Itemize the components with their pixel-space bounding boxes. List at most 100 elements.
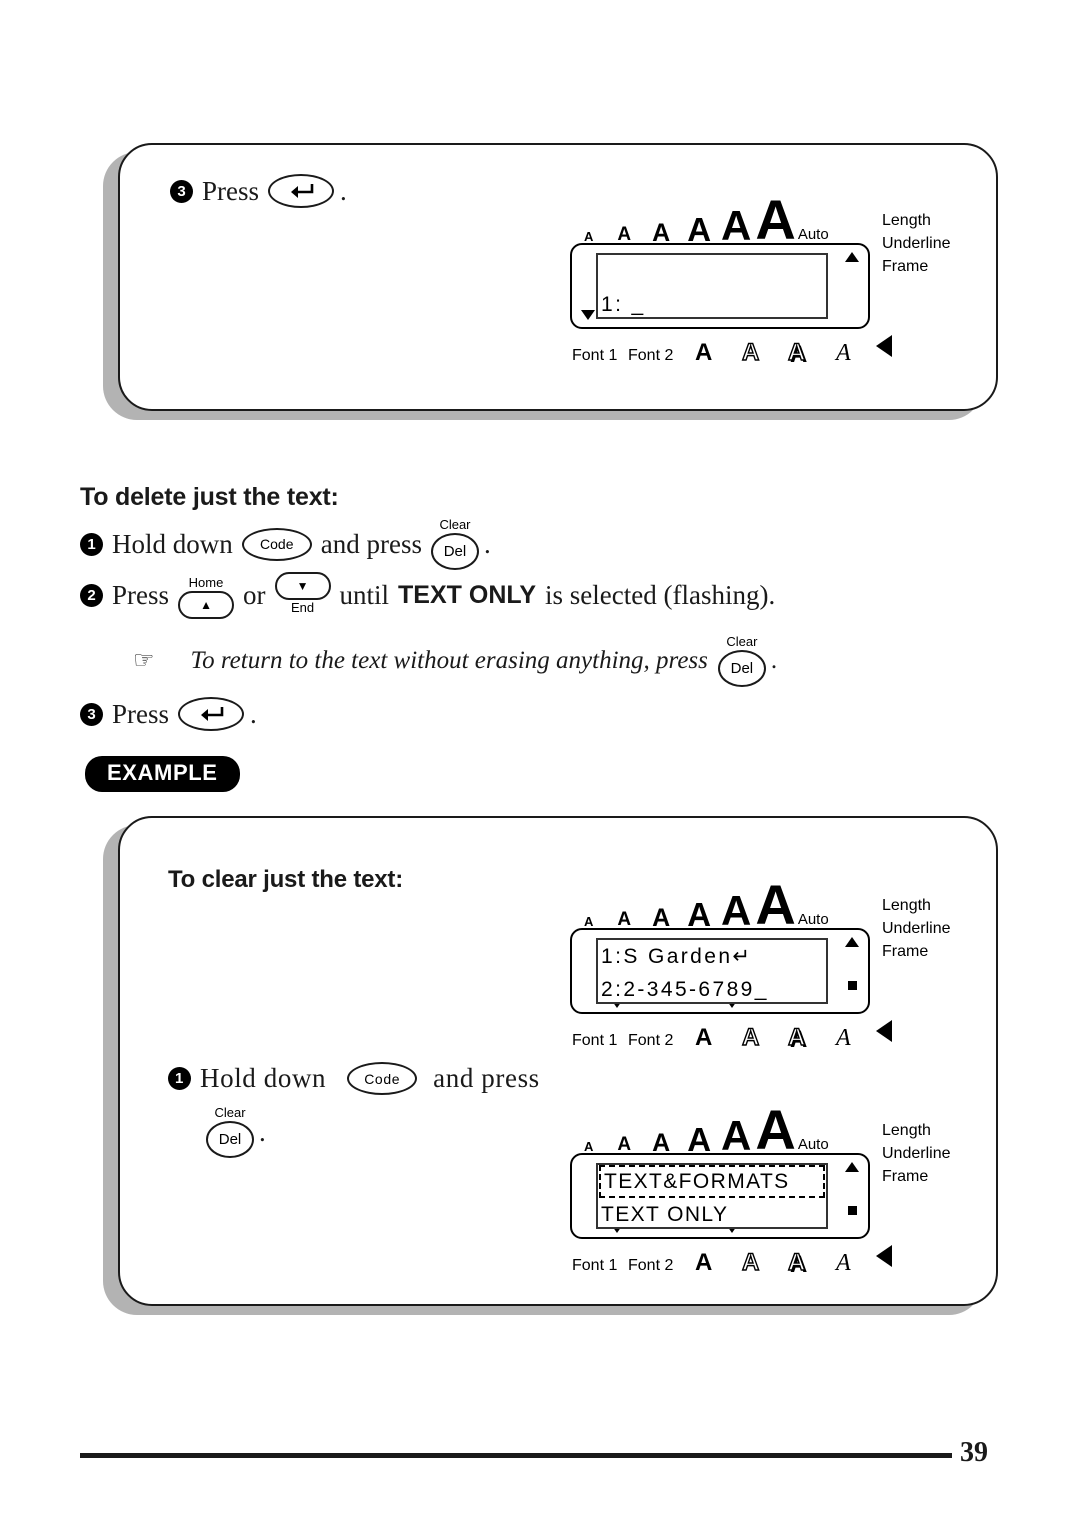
press-label: Press xyxy=(202,175,260,206)
size-a-2: A xyxy=(617,909,632,931)
style-italic-a-icon: A xyxy=(836,340,851,366)
step-text-and-press: and press xyxy=(433,1063,540,1093)
step-text-and-press: and press xyxy=(320,528,422,559)
label-underline: Underline xyxy=(882,920,951,937)
lcd-font-style-row: Font 1 Font 2 A A A A xyxy=(570,331,892,366)
style-shadow-a-icon: A xyxy=(787,1024,806,1051)
size-a-1: A xyxy=(584,1139,594,1155)
home-up-key[interactable]: ▲ xyxy=(178,591,235,619)
end-key-group[interactable]: ▼ End xyxy=(274,572,331,615)
label-frame: Frame xyxy=(882,1168,929,1185)
period: . xyxy=(259,1116,266,1147)
style-italic-a-icon: A xyxy=(836,1250,851,1276)
lcd-line-2: 2:2-345-6789_ xyxy=(601,978,769,1001)
example-step-1-cont: Clear Del . xyxy=(206,1106,275,1158)
code-key[interactable]: Code xyxy=(241,527,312,561)
del-key-label: Del xyxy=(218,1131,242,1148)
enter-arrow-icon xyxy=(291,184,314,198)
home-key-group[interactable]: Home ▲ xyxy=(178,576,235,619)
enter-key[interactable] xyxy=(178,697,245,731)
step-marker: 3 xyxy=(170,179,193,203)
scroll-up-indicator xyxy=(845,1162,859,1172)
style-italic-a-icon: A xyxy=(836,1025,851,1051)
label-underline: Underline xyxy=(882,235,951,252)
del-key-group[interactable]: Clear Del xyxy=(206,1106,254,1158)
style-bold-a-icon: A xyxy=(695,1024,713,1051)
label-underline: Underline xyxy=(882,1145,951,1162)
del-key-group[interactable]: Clear Del xyxy=(717,635,766,687)
step-text-hold-down: Hold down xyxy=(200,1063,327,1093)
style-shadow-a-icon: A xyxy=(787,339,806,366)
lcd-bezel: 1:S Garden↵ 2:2-345-6789_ xyxy=(570,928,870,1014)
example-heading: To clear just the text: xyxy=(168,866,404,893)
lcd-display-after: A A A A A A Auto TEXT&FORMATS TEXT ONLY … xyxy=(570,1098,950,1276)
lcd-line-1 xyxy=(598,255,826,288)
lcd-size-indicator-row: A A A A A A Auto xyxy=(570,873,870,937)
label-font-2: Font 2 xyxy=(628,1257,674,1274)
end-key-bottom-label: End xyxy=(290,600,315,615)
period: . xyxy=(770,647,778,674)
step-marker: 2 xyxy=(80,584,103,607)
step-marker: 3 xyxy=(80,702,103,726)
style-outline-a-icon: A xyxy=(741,1249,760,1276)
period: . xyxy=(483,528,491,559)
size-a-5: A xyxy=(721,886,752,934)
delete-step-3: 3 Press . xyxy=(80,697,266,731)
label-font-2: Font 2 xyxy=(628,347,674,364)
scroll-up-indicator xyxy=(845,937,859,947)
lcd-font-style-row: Font 1 Font 2 A A A A xyxy=(570,1016,892,1051)
lcd-screen: TEXT&FORMATS TEXT ONLY xyxy=(596,1163,828,1229)
period: . xyxy=(340,175,347,206)
lcd-line-1-flashing: TEXT&FORMATS xyxy=(599,1165,825,1198)
del-key-top-label: Clear xyxy=(439,517,471,532)
lcd-line-2: 1: _ xyxy=(601,293,646,316)
size-a-3: A xyxy=(652,1128,671,1157)
lcd-line-1: 1:S Garden↵ xyxy=(601,945,753,968)
lcd-side-labels: Length Underline Frame xyxy=(882,209,950,278)
step-marker: 1 xyxy=(168,1067,191,1090)
style-left-triangle-icon xyxy=(876,1245,892,1272)
delete-step-2: 2 Press Home ▲ or ▼ End until TEXT ONLY … xyxy=(80,572,784,619)
bold-term-text-only: TEXT ONLY xyxy=(398,581,537,609)
style-bold-a-icon: A xyxy=(695,339,713,366)
step-text-press: Press xyxy=(112,580,170,610)
size-a-4: A xyxy=(687,1120,712,1158)
style-left-triangle-icon xyxy=(876,335,892,362)
lcd-line-2: TEXT ONLY xyxy=(601,1203,729,1226)
label-frame: Frame xyxy=(882,943,929,960)
enter-key[interactable] xyxy=(268,174,335,208)
lcd-size-indicator-row: A A A A A A Auto xyxy=(570,1098,870,1162)
style-outline-a-icon: A xyxy=(741,339,760,366)
label-length: Length xyxy=(882,212,931,229)
size-a-5: A xyxy=(721,201,752,249)
step-text-or: or xyxy=(243,580,266,610)
del-key[interactable]: Del xyxy=(717,650,766,687)
end-down-key[interactable]: ▼ xyxy=(274,572,331,600)
del-key[interactable]: Del xyxy=(206,1121,254,1158)
label-font-1: Font 1 xyxy=(572,347,618,364)
step-text-until: until xyxy=(339,580,390,610)
size-a-6: A xyxy=(755,1098,796,1162)
panel-top: 3 Press . A A A A A A Auto 1: _ Length U… xyxy=(118,143,998,411)
label-font-1: Font 1 xyxy=(572,1257,618,1274)
code-key[interactable]: Code xyxy=(347,1062,418,1095)
top-panel-step: 3 Press . xyxy=(170,174,356,208)
step-marker: 1 xyxy=(80,532,103,556)
arrow-down-icon: ▼ xyxy=(296,579,309,593)
scroll-down-indicator xyxy=(581,310,595,320)
lcd-bezel: 1: _ xyxy=(570,243,870,329)
del-key-group[interactable]: Clear Del xyxy=(430,517,479,570)
step-text-press: Press xyxy=(112,698,170,729)
size-a-1: A xyxy=(584,229,594,245)
size-a-3: A xyxy=(652,903,671,932)
size-a-2: A xyxy=(617,224,632,246)
size-a-5: A xyxy=(721,1111,752,1159)
size-a-6: A xyxy=(755,873,796,937)
size-a-3: A xyxy=(652,218,671,247)
label-font-2: Font 2 xyxy=(628,1032,674,1049)
del-key-top-label: Clear xyxy=(214,1105,246,1120)
del-key[interactable]: Del xyxy=(430,533,479,570)
style-left-triangle-icon xyxy=(876,1020,892,1047)
example-step-1: 1 Hold down Code and press xyxy=(168,1062,549,1095)
style-shadow-a-icon: A xyxy=(787,1249,806,1276)
